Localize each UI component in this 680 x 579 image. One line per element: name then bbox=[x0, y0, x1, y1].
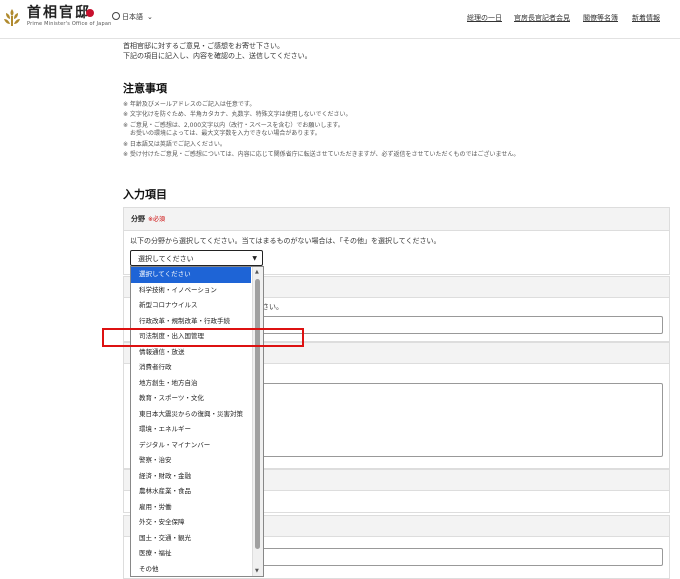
highlight-box bbox=[102, 328, 304, 347]
japan-flag-icon bbox=[86, 9, 94, 17]
nav-news[interactable]: 新着情報 bbox=[632, 13, 660, 23]
scrollbar-thumb[interactable] bbox=[255, 279, 260, 549]
option-item[interactable]: 科学技術・イノベーション bbox=[131, 283, 243, 299]
category-dropdown-list[interactable]: 選択してください 科学技術・イノベーション 新型コロナウイルス 行政改革・規制改… bbox=[130, 266, 264, 577]
field-label: 分野 ※必須 bbox=[124, 208, 669, 231]
field-description: 以下の分野から選択してください。当てはまるものがない場合は、「その他」を選択して… bbox=[130, 237, 441, 245]
message-textarea[interactable] bbox=[260, 383, 663, 457]
text-input[interactable] bbox=[260, 316, 663, 334]
site-logo-subtitle: Prime Minister's Office of Japan bbox=[27, 21, 112, 27]
note-item: ※ 年齢及びメールアドレスのご記入は任意です。 bbox=[123, 101, 256, 108]
option-item[interactable]: 環境・エネルギー bbox=[131, 422, 243, 438]
nav-press-conference[interactable]: 官房長官記者会見 bbox=[514, 13, 570, 23]
site-logo-title[interactable]: 首相官邸 bbox=[27, 6, 91, 20]
option-item[interactable]: その他 bbox=[131, 562, 243, 577]
note-item: ※ 受け付けたご意見・ご感想については、内容に応じて関係省庁に転送させていただき… bbox=[123, 151, 520, 158]
note-item: ※ ご意見・ご感想は、2,000文字以内（改行・スペースを含む）でお願いします。 bbox=[123, 122, 344, 129]
option-item[interactable]: 警察・治安 bbox=[131, 453, 243, 469]
category-select[interactable]: 選択してください ▼ bbox=[130, 250, 263, 266]
nav-daily-schedule[interactable]: 総理の一日 bbox=[467, 13, 502, 23]
option-item[interactable]: 医療・福祉 bbox=[131, 546, 243, 562]
form-heading: 入力項目 bbox=[123, 188, 167, 201]
note-item: お受いの環境によっては、最大文字数を入力できない場合があります。 bbox=[130, 130, 321, 137]
intro-text: 首相官邸に対するご意見・ご感想をお寄せ下さい。 下記の項目に記入し、内容を確認の… bbox=[123, 41, 312, 61]
text-input[interactable] bbox=[260, 548, 663, 566]
scroll-down-icon[interactable]: ▼ bbox=[255, 568, 259, 574]
option-item[interactable]: 新型コロナウイルス bbox=[131, 298, 243, 314]
select-value: 選択してください bbox=[138, 255, 194, 263]
option-item[interactable]: 国土・交通・観光 bbox=[131, 531, 243, 547]
language-selector[interactable]: 日本語 ⌄ bbox=[112, 12, 153, 22]
dropdown-arrow-icon: ▼ bbox=[252, 255, 257, 262]
option-item[interactable]: 農林水産業・食品 bbox=[131, 484, 243, 500]
option-item[interactable]: 教育・スポーツ・文化 bbox=[131, 391, 243, 407]
language-label: 日本語 bbox=[122, 13, 143, 21]
notes-list: ※ 年齢及びメールアドレスのご記入は任意です。 ※ 文字化けを防ぐため、半角カタ… bbox=[123, 100, 583, 160]
option-item[interactable]: 消費者行政 bbox=[131, 360, 243, 376]
government-emblem-icon bbox=[4, 9, 20, 26]
globe-icon bbox=[112, 12, 120, 20]
note-item: ※ 文字化けを防ぐため、半角カタカナ、丸数字、特殊文字は使用しないでください。 bbox=[123, 111, 352, 118]
option-item[interactable]: 雇用・労働 bbox=[131, 500, 243, 516]
field-hint: さい。 bbox=[262, 303, 283, 311]
required-badge: ※必須 bbox=[148, 216, 166, 223]
scroll-up-icon[interactable]: ▲ bbox=[255, 269, 259, 275]
intro-line: 下記の項目に記入し、内容を確認の上、送信してください。 bbox=[123, 52, 312, 60]
notes-heading: 注意事項 bbox=[123, 82, 167, 95]
option-item[interactable]: 選択してください bbox=[131, 267, 251, 283]
option-item[interactable]: デジタル・マイナンバー bbox=[131, 438, 243, 454]
dropdown-scrollbar[interactable]: ▲ ▼ bbox=[252, 267, 263, 576]
note-item: ※ 日本語又は英語でご記入ください。 bbox=[123, 141, 226, 148]
intro-line: 首相官邸に対するご意見・ご感想をお寄せ下さい。 bbox=[123, 42, 284, 50]
option-item[interactable]: 経済・財政・金融 bbox=[131, 469, 243, 485]
site-header: 首相官邸 Prime Minister's Office of Japan 日本… bbox=[0, 0, 680, 39]
nav-cabinet-list[interactable]: 閣僚等名簿 bbox=[583, 13, 618, 23]
option-item[interactable]: 行政改革・規制改革・行政手続 bbox=[131, 314, 243, 330]
field-label-text: 分野 bbox=[131, 215, 145, 223]
chevron-down-icon: ⌄ bbox=[147, 13, 153, 21]
option-item[interactable]: 地方創生・地方自治 bbox=[131, 376, 243, 392]
option-item[interactable]: 外交・安全保障 bbox=[131, 515, 243, 531]
option-item[interactable]: 東日本大震災からの復興・災害対策 bbox=[131, 407, 243, 423]
